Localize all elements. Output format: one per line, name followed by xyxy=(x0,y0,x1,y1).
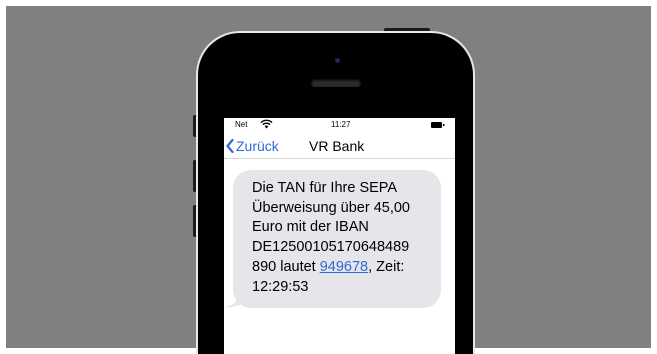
back-button[interactable]: Zurück xyxy=(226,137,279,155)
message-line: Die TAN für Ihre SEPA xyxy=(252,180,398,196)
status-bar: Net 11:27 xyxy=(224,118,455,132)
phone-screen: Net 11:27 Zurück VR Bank Die TAN für Ihr… xyxy=(224,118,455,354)
earpiece-speaker xyxy=(311,79,361,87)
chevron-left-icon xyxy=(226,139,234,153)
message-bubble: Die TAN für Ihre SEPA Überweisung über 4… xyxy=(233,170,441,308)
contact-name[interactable]: VR Bank xyxy=(309,138,364,154)
front-camera xyxy=(335,58,340,63)
tan-link[interactable]: 949678 xyxy=(320,259,368,275)
message-text: , Zeit: xyxy=(368,258,405,275)
message-text: 890 lautet xyxy=(252,258,320,275)
back-label: Zurück xyxy=(236,138,279,154)
message-line: Überweisung über 45,00 xyxy=(252,199,410,216)
message-line: DE12500105170648489 xyxy=(252,239,410,256)
message-line: 12:29:53 xyxy=(252,278,309,295)
message-line: Euro mit der IBAN xyxy=(252,219,369,236)
message-header: Zurück VR Bank xyxy=(224,133,455,159)
carrier-label: Net xyxy=(235,120,248,129)
wifi-icon xyxy=(260,119,273,129)
message-line: 890 lautet 949678, Zeit: xyxy=(252,258,431,278)
status-time: 11:27 xyxy=(331,120,351,129)
battery-icon xyxy=(431,122,445,128)
